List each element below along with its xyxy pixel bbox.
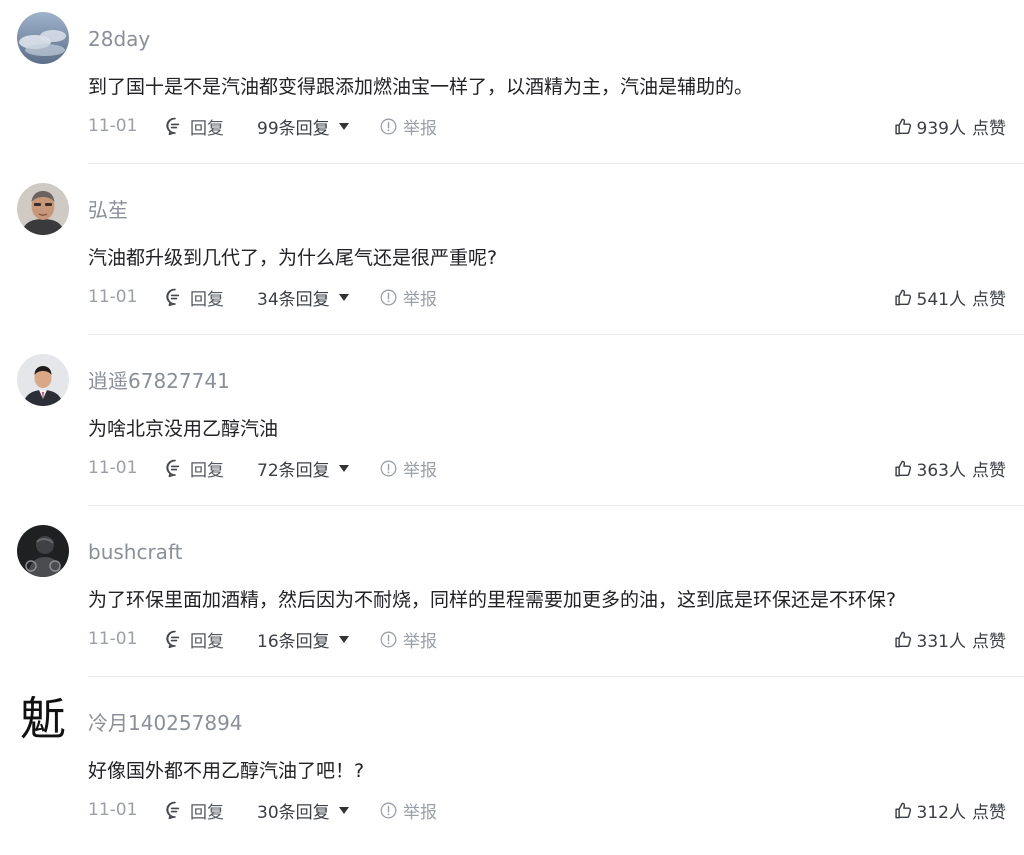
comment-text: 到了国十是不是汽油都变得跟添加燃油宝一样了，以酒精为主，汽油是辅助的。 [88, 76, 754, 98]
comment-actions: 11-01 回复 99条回复 举报 939人 点赞 [0, 106, 1024, 146]
comment-actions: 11-01 回复 34条回复 举报 541人 点赞 [0, 277, 1024, 317]
report-label: 举报 [403, 460, 437, 481]
reply-count-dropdown[interactable]: 99条回复 [257, 112, 349, 140]
report-button[interactable]: 举报 [380, 283, 437, 311]
reply-label: 回复 [190, 631, 224, 652]
chat-bubble-icon [166, 117, 180, 135]
like-button[interactable]: 939人 点赞 [894, 112, 1006, 140]
divider [88, 676, 1024, 677]
comment-text: 为了环保里面加酒精，然后因为不耐烧，同样的里程需要加更多的油，这到底是环保还是不… [88, 589, 897, 611]
username[interactable]: 弘苼 [88, 195, 128, 225]
like-label: 点赞 [972, 460, 1006, 481]
reply-count-dropdown[interactable]: 34条回复 [257, 283, 349, 311]
comment-actions: 11-01 回复 16条回复 举报 331人 点赞 [0, 619, 1024, 659]
like-label: 点赞 [972, 289, 1006, 310]
caret-down-icon [338, 464, 349, 472]
reply-count: 34条回复 [257, 289, 330, 310]
like-label: 点赞 [972, 631, 1006, 652]
avatar[interactable]: 鬿 [14, 690, 72, 748]
username[interactable]: bushcraft [88, 537, 182, 567]
report-button[interactable]: 举报 [380, 625, 437, 653]
comment-date: 11-01 [88, 458, 138, 478]
report-label: 举报 [403, 802, 437, 823]
like-count: 331人 [916, 631, 966, 652]
comment-date: 11-01 [88, 287, 138, 307]
info-circle-icon [380, 802, 397, 818]
reply-count: 99条回复 [257, 118, 330, 139]
reply-count-dropdown[interactable]: 16条回复 [257, 625, 349, 653]
avatar[interactable] [17, 525, 69, 577]
comment-item: 逍遥67827741 为啥北京没用乙醇汽油 11-01 回复 72条回复 举报 [0, 342, 1024, 513]
like-count: 939人 [916, 118, 966, 139]
divider [88, 163, 1024, 164]
report-button[interactable]: 举报 [380, 796, 437, 824]
reply-button[interactable]: 回复 [166, 112, 224, 140]
comment-item: 弘苼 汽油都升级到几代了，为什么尾气还是很严重呢? 11-01 回复 34条回复… [0, 171, 1024, 342]
reply-label: 回复 [190, 460, 224, 481]
comment-text: 汽油都升级到几代了，为什么尾气还是很严重呢? [88, 247, 498, 269]
divider [88, 505, 1024, 506]
thumbs-up-icon [894, 460, 911, 476]
comment-item: 28day 到了国十是不是汽油都变得跟添加燃油宝一样了，以酒精为主，汽油是辅助的… [0, 0, 1024, 171]
reply-count-dropdown[interactable]: 30条回复 [257, 796, 349, 824]
thumbs-up-icon [894, 289, 911, 305]
caret-down-icon [338, 806, 349, 814]
chat-bubble-icon [166, 459, 180, 477]
report-button[interactable]: 举报 [380, 454, 437, 482]
reply-button[interactable]: 回复 [166, 283, 224, 311]
comment-date: 11-01 [88, 629, 138, 649]
reply-count: 16条回复 [257, 631, 330, 652]
username[interactable]: 28day [88, 24, 150, 54]
like-count: 312人 [916, 802, 966, 823]
info-circle-icon [380, 631, 397, 647]
caret-down-icon [338, 293, 349, 301]
report-label: 举报 [403, 631, 437, 652]
chat-bubble-icon [166, 630, 180, 648]
comment-text: 为啥北京没用乙醇汽油 [88, 418, 279, 440]
reply-button[interactable]: 回复 [166, 454, 224, 482]
comment-text: 好像国外都不用乙醇汽油了吧！? [88, 760, 365, 782]
chat-bubble-icon [166, 288, 180, 306]
avatar[interactable] [17, 354, 69, 406]
like-label: 点赞 [972, 118, 1006, 139]
like-button[interactable]: 312人 点赞 [894, 796, 1006, 824]
username[interactable]: 逍遥67827741 [88, 366, 230, 396]
comment-item: 鬿 冷月140257894 好像国外都不用乙醇汽油了吧！? 11-01 回复 3… [0, 684, 1024, 855]
comment-date: 11-01 [88, 116, 138, 136]
caret-down-icon [338, 122, 349, 130]
caret-down-icon [338, 635, 349, 643]
like-button[interactable]: 331人 点赞 [894, 625, 1006, 653]
thumbs-up-icon [894, 802, 911, 818]
comment-actions: 11-01 回复 30条回复 举报 312人 点赞 [0, 790, 1024, 830]
comment-actions: 11-01 回复 72条回复 举报 363人 点赞 [0, 448, 1024, 488]
chat-bubble-icon [166, 801, 180, 819]
divider [88, 334, 1024, 335]
reply-label: 回复 [190, 118, 224, 139]
reply-count: 30条回复 [257, 802, 330, 823]
thumbs-up-icon [894, 118, 911, 134]
avatar[interactable] [17, 183, 69, 235]
info-circle-icon [380, 289, 397, 305]
reply-label: 回复 [190, 289, 224, 310]
like-count: 363人 [916, 460, 966, 481]
reply-button[interactable]: 回复 [166, 796, 224, 824]
reply-count: 72条回复 [257, 460, 330, 481]
comment-date: 11-01 [88, 800, 138, 820]
thumbs-up-icon [894, 631, 911, 647]
report-label: 举报 [403, 118, 437, 139]
comment-item: bushcraft 为了环保里面加酒精，然后因为不耐烧，同样的里程需要加更多的油… [0, 513, 1024, 684]
like-button[interactable]: 363人 点赞 [894, 454, 1006, 482]
report-button[interactable]: 举报 [380, 112, 437, 140]
reply-label: 回复 [190, 802, 224, 823]
like-label: 点赞 [972, 802, 1006, 823]
reply-count-dropdown[interactable]: 72条回复 [257, 454, 349, 482]
info-circle-icon [380, 118, 397, 134]
report-label: 举报 [403, 289, 437, 310]
username[interactable]: 冷月140257894 [88, 708, 243, 738]
reply-button[interactable]: 回复 [166, 625, 224, 653]
info-circle-icon [380, 460, 397, 476]
avatar[interactable] [17, 12, 69, 64]
like-count: 541人 [916, 289, 966, 310]
like-button[interactable]: 541人 点赞 [894, 283, 1006, 311]
